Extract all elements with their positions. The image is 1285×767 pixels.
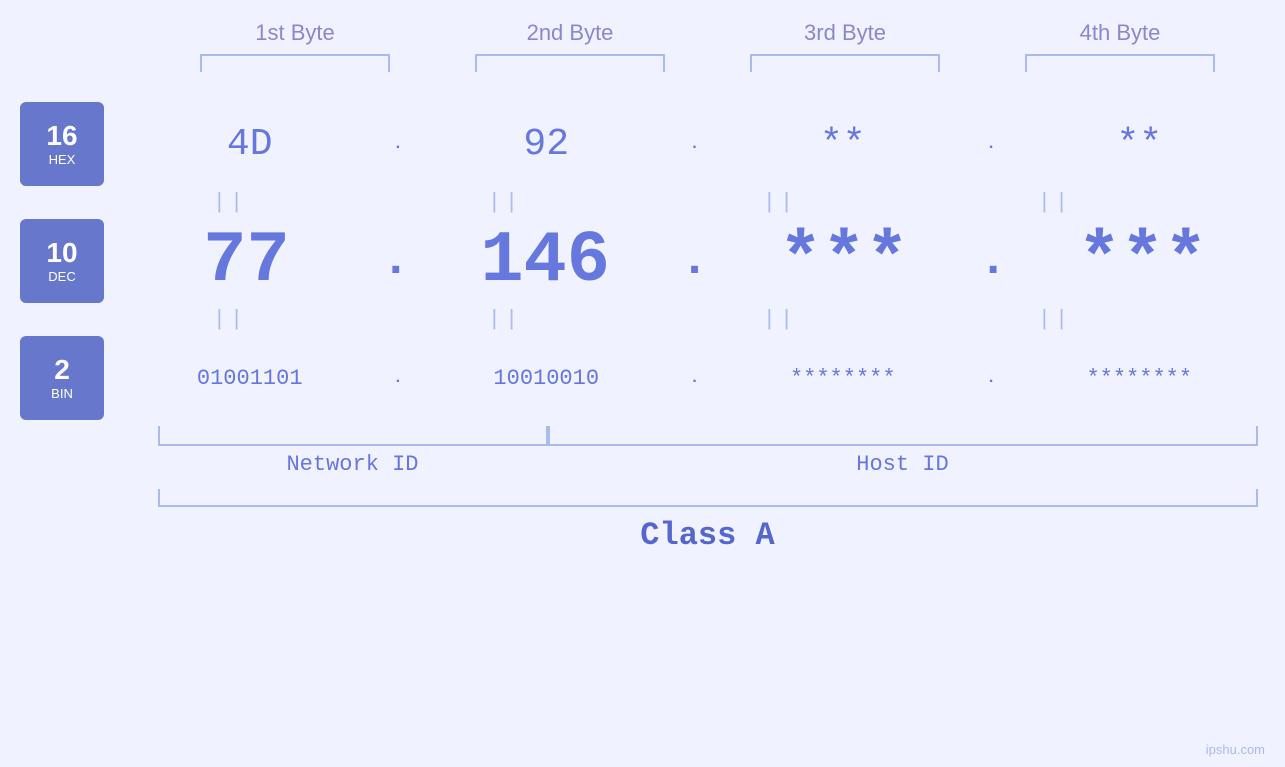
bracket-1 xyxy=(200,54,390,72)
dec-val-4: *** xyxy=(1033,220,1253,302)
hex-val-1: 4D xyxy=(140,123,360,166)
hex-dot-1: . xyxy=(393,135,403,153)
bin-base-num: 2 xyxy=(54,355,70,386)
bin-cell-4: ******** xyxy=(1029,366,1249,391)
hex-base-label: HEX xyxy=(49,152,76,167)
dec-cell-4: *** xyxy=(1033,220,1253,302)
class-label: Class A xyxy=(640,517,774,554)
bracket-3 xyxy=(750,54,940,72)
eq-row-1: || || || || xyxy=(93,190,1193,215)
dec-base-label: DEC xyxy=(48,269,75,284)
hex-cell-1: 4D xyxy=(140,123,360,166)
dec-val-2: 146 xyxy=(435,220,655,302)
class-row: Class A xyxy=(158,489,1258,554)
bin-dot-3: . xyxy=(986,369,996,387)
dec-val-1: 77 xyxy=(136,220,356,302)
eq-2-4: || xyxy=(945,307,1165,332)
dec-dot-2: . xyxy=(680,237,709,285)
byte-header-3: 3rd Byte xyxy=(735,20,955,46)
eq-1-3: || xyxy=(670,190,890,215)
bin-val-4: ******** xyxy=(1029,366,1249,391)
hex-dot-2: . xyxy=(690,135,700,153)
host-id-label: Host ID xyxy=(548,452,1258,477)
hex-val-2: 92 xyxy=(436,123,656,166)
bin-val-3: ******** xyxy=(733,366,953,391)
network-id-label: Network ID xyxy=(158,452,548,477)
network-bracket xyxy=(158,426,548,446)
dec-dot-3: . xyxy=(979,237,1008,285)
byte-headers-row: 1st Byte 2nd Byte 3rd Byte 4th Byte xyxy=(158,20,1258,46)
eq-1-1: || xyxy=(120,190,340,215)
host-bracket xyxy=(548,426,1258,446)
bracket-4 xyxy=(1025,54,1215,72)
eq-row-2: || || || || xyxy=(93,307,1193,332)
bin-cell-2: 10010010 xyxy=(436,366,656,391)
class-bracket xyxy=(158,489,1258,507)
watermark: ipshu.com xyxy=(1206,742,1265,757)
byte-header-2: 2nd Byte xyxy=(460,20,680,46)
bracket-2 xyxy=(475,54,665,72)
hex-cell-3: ** xyxy=(733,123,953,166)
dec-dot-1: . xyxy=(381,237,410,285)
dec-cell-1: 77 xyxy=(136,220,356,302)
bin-val-1: 01001101 xyxy=(140,366,360,391)
hex-base-num: 16 xyxy=(46,121,77,152)
byte-header-4: 4th Byte xyxy=(1010,20,1230,46)
bracket-row xyxy=(158,54,1258,72)
hex-cell-4: ** xyxy=(1029,123,1249,166)
bin-row: 2 BIN 01001101 . 10010010 . ******** . *… xyxy=(0,336,1285,420)
bin-dot-1: . xyxy=(393,369,403,387)
byte-header-1: 1st Byte xyxy=(185,20,405,46)
eq-2-1: || xyxy=(120,307,340,332)
id-labels: Network ID Host ID xyxy=(158,452,1258,477)
bin-cell-1: 01001101 xyxy=(140,366,360,391)
dec-base-num: 10 xyxy=(46,238,77,269)
hex-dot-3: . xyxy=(986,135,996,153)
eq-2-3: || xyxy=(670,307,890,332)
bin-values: 01001101 . 10010010 . ******** . *******… xyxy=(124,366,1265,391)
dec-row: 10 DEC 77 . 146 . *** . *** xyxy=(0,219,1285,303)
main-container: 1st Byte 2nd Byte 3rd Byte 4th Byte 16 H… xyxy=(0,0,1285,767)
dec-badge: 10 DEC xyxy=(20,219,104,303)
bin-base-label: BIN xyxy=(51,386,73,401)
hex-badge: 16 HEX xyxy=(20,102,104,186)
bin-val-2: 10010010 xyxy=(436,366,656,391)
eq-1-4: || xyxy=(945,190,1165,215)
hex-row: 16 HEX 4D . 92 . ** . ** xyxy=(0,102,1285,186)
hex-values: 4D . 92 . ** . ** xyxy=(124,123,1265,166)
eq-2-2: || xyxy=(395,307,615,332)
dec-values: 77 . 146 . *** . *** xyxy=(124,220,1265,302)
bin-badge: 2 BIN xyxy=(20,336,104,420)
dec-val-3: *** xyxy=(734,220,954,302)
bin-cell-3: ******** xyxy=(733,366,953,391)
hex-val-4: ** xyxy=(1029,123,1249,166)
bin-dot-2: . xyxy=(690,369,700,387)
hex-val-3: ** xyxy=(733,123,953,166)
eq-1-2: || xyxy=(395,190,615,215)
dec-cell-3: *** xyxy=(734,220,954,302)
hex-cell-2: 92 xyxy=(436,123,656,166)
bottom-brackets xyxy=(158,426,1258,446)
dec-cell-2: 146 xyxy=(435,220,655,302)
